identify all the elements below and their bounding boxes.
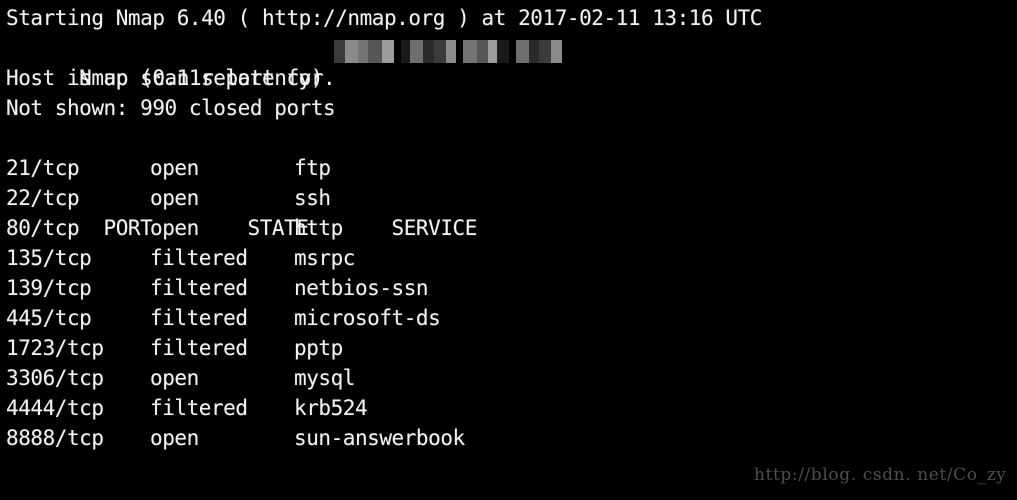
table-row: 1723/tcp filtered pptp [6,333,1017,363]
cell-service: ftp [294,156,331,180]
port-table-body: 21/tcp open ftp 22/tcp open ssh 80/tcp open http… [6,153,1017,453]
table-row: 135/tcp filtered msrpc [6,243,1017,273]
table-row: 445/tcp filtered microsoft-ds [6,303,1017,333]
cell-port: 139/tcp [6,276,92,300]
cell-port: 445/tcp [6,306,92,330]
cell-port: 80/tcp [6,216,80,240]
cell-service: http [294,216,343,240]
cell-port: 22/tcp [6,186,80,210]
redacted-hostname [334,40,566,63]
cell-port: 1723/tcp [6,336,104,360]
cell-service: msrpc [294,246,355,270]
table-row: 4444/tcp filtered krb524 [6,393,1017,423]
table-row: 21/tcp open ftp [6,153,1017,183]
cell-state: open [150,156,199,180]
cell-service: krb524 [294,396,368,420]
not-shown-line: Not shown: 990 closed ports [6,96,336,120]
cell-state: filtered [150,276,248,300]
host-status-line: Host is up (0.11s latency). [6,66,336,90]
table-row: 139/tcp filtered netbios-ssn [6,273,1017,303]
cell-port: 21/tcp [6,156,80,180]
cell-state: open [150,216,199,240]
cell-state: open [150,366,199,390]
cell-port: 4444/tcp [6,396,104,420]
cell-state: filtered [150,336,248,360]
cell-state: filtered [150,306,248,330]
cell-state: open [150,426,199,450]
cell-state: filtered [150,246,248,270]
table-row: 22/tcp open ssh [6,183,1017,213]
terminal-window[interactable]: Starting Nmap 6.40 ( http://nmap.org ) a… [0,0,1017,500]
cell-service: netbios-ssn [294,276,429,300]
watermark-url: http://blog. csdn. net/Co_zy [754,465,1007,485]
cell-service: sun-answerbook [294,426,465,450]
cell-service: ssh [294,186,331,210]
cell-port: 3306/tcp [6,366,104,390]
cell-state: open [150,186,199,210]
table-row: 8888/tcp open sun-answerbook [6,423,1017,453]
table-row: 3306/tcp open mysql [6,363,1017,393]
cell-service: mysql [294,366,355,390]
cell-port: 135/tcp [6,246,92,270]
cell-service: pptp [294,336,343,360]
cell-service: microsoft-ds [294,306,441,330]
table-header-row: PORT STATE SERVICE [6,123,1017,240]
cell-state: filtered [150,396,248,420]
table-row: 80/tcp open http [6,213,1017,243]
terminal-output: Starting Nmap 6.40 ( http://nmap.org ) a… [6,3,1017,453]
nmap-version-line: Starting Nmap 6.40 ( http://nmap.org ) a… [6,6,762,30]
cell-port: 8888/tcp [6,426,104,450]
